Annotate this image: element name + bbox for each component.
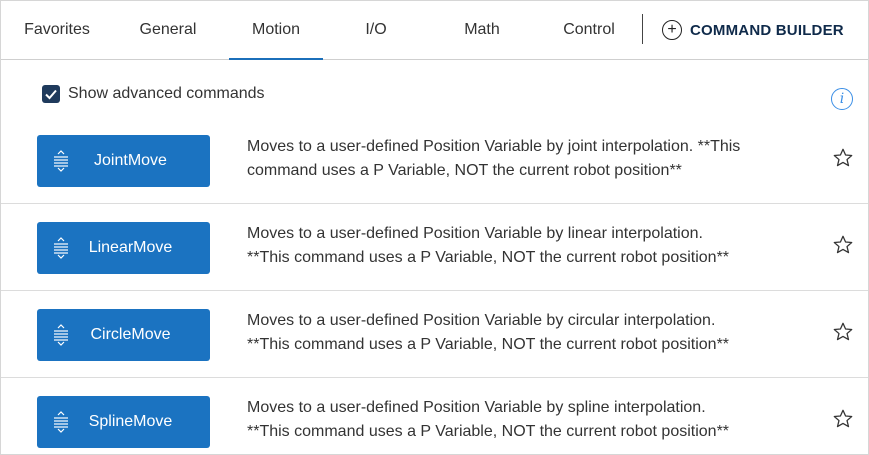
info-icon[interactable]: i [831, 88, 853, 110]
drag-handle-icon[interactable] [53, 324, 69, 346]
command-description: Moves to a user-defined Position Variabl… [247, 222, 807, 270]
drag-handle-icon[interactable] [53, 411, 69, 433]
favorite-star-icon[interactable] [832, 234, 854, 256]
command-panel: Favorites General Motion I/O Math Contro… [0, 0, 869, 455]
show-advanced-label[interactable]: Show advanced commands [68, 85, 265, 103]
command-name: JointMove [94, 152, 167, 169]
command-builder-button[interactable]: + COMMAND BUILDER [662, 1, 844, 59]
options-row: Show advanced commands [1, 60, 868, 116]
command-description: Moves to a user-defined Position Variabl… [247, 135, 807, 183]
tab-control[interactable]: Control [549, 1, 629, 59]
list-item: JointMove Moves to a user-defined Positi… [1, 117, 868, 204]
tab-io[interactable]: I/O [346, 1, 406, 59]
list-item: LinearMove Moves to a user-defined Posit… [1, 204, 868, 291]
description-line: Moves to a user-defined Position Variabl… [247, 138, 741, 155]
favorite-star-icon[interactable] [832, 408, 854, 430]
list-item: CircleMove Moves to a user-defined Posit… [1, 291, 868, 378]
command-name: LinearMove [88, 239, 173, 256]
tab-general[interactable]: General [127, 1, 209, 59]
description-line: **This command uses a P Variable, NOT th… [247, 336, 730, 353]
command-list: JointMove Moves to a user-defined Positi… [1, 117, 868, 454]
list-item: SplineMove Moves to a user-defined Posit… [1, 378, 868, 454]
command-name: CircleMove [90, 326, 171, 343]
description-line: command uses a P Variable, NOT the curre… [247, 162, 682, 179]
splinemove-button[interactable]: SplineMove [37, 396, 210, 448]
description-line: **This command uses a P Variable, NOT th… [247, 249, 730, 266]
checkmark-icon [45, 89, 57, 100]
command-builder-label: COMMAND BUILDER [690, 21, 844, 39]
tab-favorites[interactable]: Favorites [15, 1, 99, 59]
favorite-star-icon[interactable] [832, 147, 854, 169]
circlemove-button[interactable]: CircleMove [37, 309, 210, 361]
favorite-star-icon[interactable] [832, 321, 854, 343]
description-line: Moves to a user-defined Position Variabl… [247, 312, 716, 329]
tab-motion[interactable]: Motion [229, 1, 323, 60]
linearmove-button[interactable]: LinearMove [37, 222, 210, 274]
drag-handle-icon[interactable] [53, 150, 69, 172]
jointmove-button[interactable]: JointMove [37, 135, 210, 187]
description-line: Moves to a user-defined Position Variabl… [247, 225, 703, 242]
tab-math[interactable]: Math [449, 1, 515, 59]
drag-handle-icon[interactable] [53, 237, 69, 259]
description-line: **This command uses a P Variable, NOT th… [247, 423, 730, 440]
command-description: Moves to a user-defined Position Variabl… [247, 309, 807, 357]
description-line: Moves to a user-defined Position Variabl… [247, 399, 706, 416]
tab-divider [642, 14, 643, 44]
plus-circle-icon: + [662, 20, 682, 40]
tab-bar: Favorites General Motion I/O Math Contro… [1, 1, 868, 60]
show-advanced-checkbox[interactable] [42, 85, 60, 103]
command-name: SplineMove [88, 413, 173, 430]
command-description: Moves to a user-defined Position Variabl… [247, 396, 807, 444]
